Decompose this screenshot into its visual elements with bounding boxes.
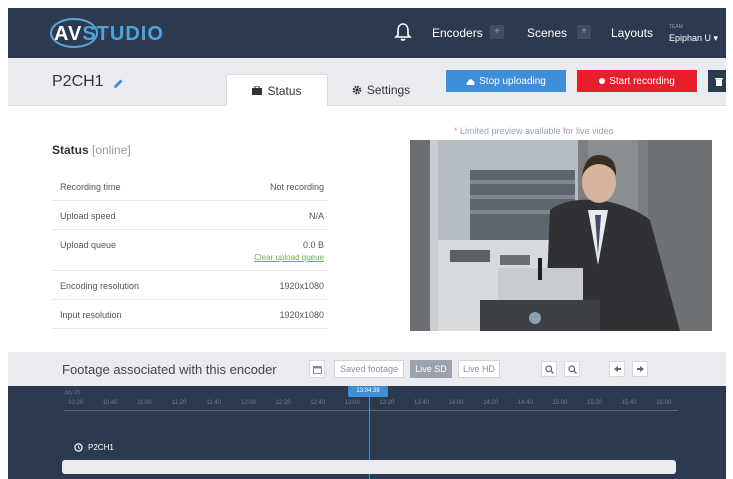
status-row: Upload speed N/A [52, 201, 328, 230]
encoder-name: P2CH1 [52, 73, 104, 90]
status-row: Encoding resolution 1920x1080 [52, 271, 328, 300]
timeline-tick-label: 15:40 [621, 400, 637, 406]
avstudio-logo[interactable]: AVSTUDIO [50, 18, 164, 48]
status-label: Encoding resolution [60, 281, 140, 291]
video-frame-image [410, 140, 712, 331]
stop-uploading-label: Stop uploading [479, 75, 546, 87]
status-table: Recording time Not recording Upload spee… [52, 172, 328, 329]
status-label: Recording time [60, 182, 121, 192]
saved-footage-toggle[interactable]: Saved footage [334, 360, 404, 378]
timeline-tick-label: 12:20 [275, 400, 291, 406]
timeline-tick-label: 14:20 [483, 400, 499, 406]
start-recording-label: Start recording [609, 75, 675, 87]
cloud-upload-icon [466, 78, 475, 85]
add-encoder-button[interactable]: + [490, 25, 504, 39]
timeline-date: July 20 [64, 390, 80, 396]
current-time-badge: 13:04:38 [348, 386, 388, 397]
add-scene-button[interactable]: + [577, 25, 591, 39]
footage-track-bar[interactable] [62, 460, 676, 474]
calendar-button[interactable] [309, 360, 325, 378]
status-title: Status [52, 143, 89, 157]
status-value: Not recording [269, 182, 324, 192]
timeline-tick-label: 16:00 [656, 400, 672, 406]
arrow-right-icon [636, 366, 644, 372]
logo-studio: STUDIO [82, 22, 164, 45]
timeline-tick-label: 11:40 [206, 400, 221, 406]
tab-status-label: Status [267, 83, 302, 98]
clear-upload-queue-link[interactable]: Clear upload queue [254, 253, 324, 262]
timeline-tick-label: 12:40 [310, 400, 326, 406]
nav-encoders[interactable]: Encoders [432, 26, 483, 40]
status-row: Recording time Not recording [52, 172, 328, 201]
arrow-left-icon [613, 366, 621, 372]
clock-icon [74, 443, 83, 452]
status-heading: Status [online] [52, 143, 131, 157]
top-navbar: AVSTUDIO Encoders + Scenes + Layouts TEA… [8, 8, 726, 58]
status-value: 1920x1080 [279, 310, 324, 320]
zoom-in-icon [544, 364, 554, 374]
zoom-out-button[interactable] [564, 361, 580, 377]
live-video-preview [410, 140, 712, 331]
pencil-icon[interactable] [112, 78, 124, 90]
scroll-left-button[interactable] [609, 361, 625, 377]
gear-icon [352, 85, 362, 95]
start-recording-button[interactable]: Start recording [577, 70, 697, 92]
timeline-tick-label: 11:00 [137, 400, 152, 406]
stop-uploading-button[interactable]: Stop uploading [446, 70, 566, 92]
status-row: Input resolution 1920x1080 [52, 300, 328, 329]
status-label: Input resolution [60, 310, 122, 320]
zoom-out-icon [567, 364, 577, 374]
status-label: Upload speed [60, 211, 116, 221]
briefcase-icon [252, 86, 263, 95]
track-label: P2CH1 [74, 443, 114, 452]
timeline-tick-label: 11:20 [171, 400, 187, 406]
timeline-tick-label: 10:40 [102, 400, 118, 406]
status-value: 0.0 B [302, 240, 324, 250]
tab-settings-label: Settings [366, 83, 411, 97]
timeline-tick-label: 14:00 [448, 400, 464, 406]
logo-av: AV [54, 22, 83, 45]
timeline-tick-label: 14:40 [517, 400, 533, 406]
nav-layouts[interactable]: Layouts [611, 26, 653, 40]
app-frame: AVSTUDIO Encoders + Scenes + Layouts TEA… [8, 8, 726, 479]
timeline-tick-label: 13:40 [414, 400, 430, 406]
timeline-tick-label: 10:20 [68, 400, 84, 406]
live-sd-toggle[interactable]: Live SD [410, 360, 452, 378]
timeline-tick-label: 13:20 [379, 400, 395, 406]
zoom-in-button[interactable] [541, 361, 557, 377]
encoder-header: P2CH1 Status Settings Stop uploading Sta… [8, 58, 726, 106]
status-row: Upload queue 0.0 B Clear upload queue [52, 230, 328, 271]
timeline-tick-label: 12:00 [241, 400, 257, 406]
team-name: Epiphan U [669, 33, 712, 43]
nav-scenes[interactable]: Scenes [527, 26, 567, 40]
team-selector[interactable]: Epiphan U ▾ [669, 33, 718, 44]
timeline-tick-label: 15:00 [552, 400, 568, 406]
chevron-down-icon: ▾ [713, 33, 719, 43]
status-label: Upload queue [60, 240, 117, 250]
timeline-axis [64, 410, 678, 411]
footage-title: Footage associated with this encoder [62, 362, 277, 377]
bell-icon[interactable] [394, 22, 412, 42]
status-value: N/A [308, 211, 324, 221]
live-hd-toggle[interactable]: Live HD [458, 360, 500, 378]
track-name: P2CH1 [88, 443, 114, 452]
tab-settings[interactable]: Settings [344, 74, 418, 106]
tab-status[interactable]: Status [226, 74, 328, 106]
status-state: [online] [92, 143, 131, 157]
preview-note: * Limited preview available for live vid… [454, 126, 614, 136]
logo-text: AVSTUDIO [54, 23, 164, 46]
timeline-tick-label: 13:00 [344, 400, 360, 406]
footage-toolbar: Footage associated with this encoder Sav… [8, 352, 726, 386]
scroll-right-button[interactable] [632, 361, 648, 377]
trash-icon [715, 77, 723, 86]
record-dot-icon [599, 78, 606, 84]
delete-button[interactable] [708, 70, 726, 92]
calendar-icon [312, 365, 322, 374]
status-value: 1920x1080 [279, 281, 324, 291]
timeline-tick-label: 15:20 [587, 400, 603, 406]
team-label: TEAM [669, 24, 683, 30]
timeline[interactable]: July 20 10:20 10:40 11:00 11:20 11:40 12:00 12… [8, 386, 726, 479]
